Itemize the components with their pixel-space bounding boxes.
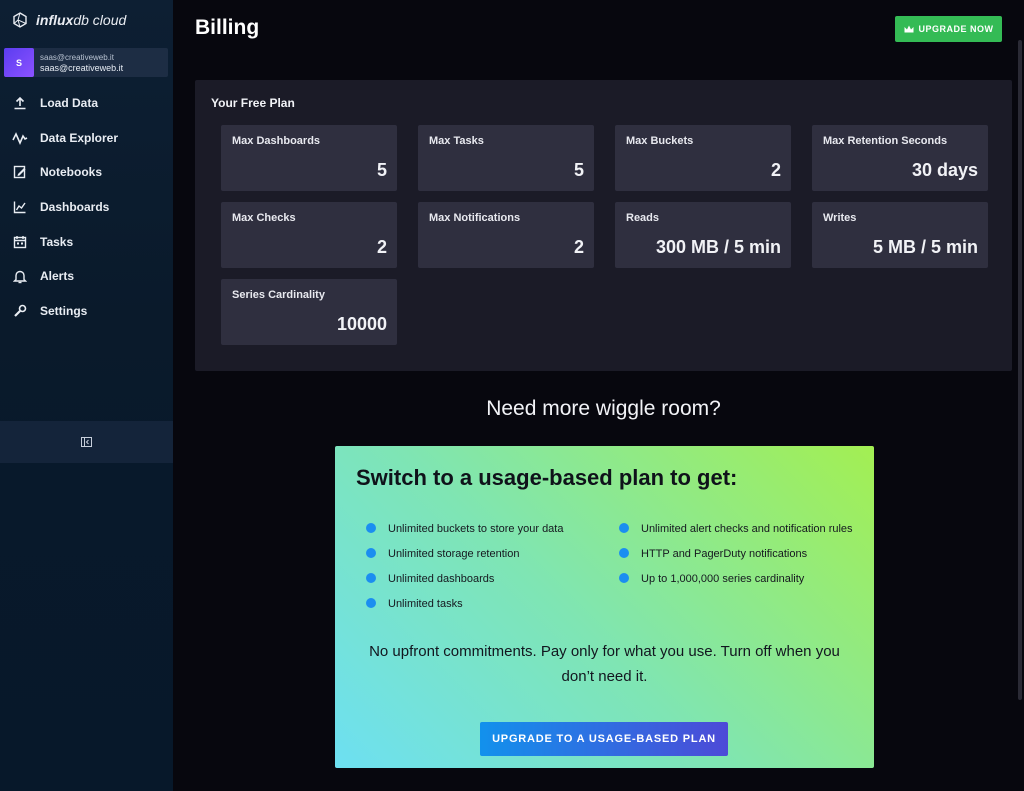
feature-text: Up to 1,000,000 series cardinality — [641, 573, 805, 585]
crown-icon — [904, 25, 913, 33]
limit-card-max-tasks: Max Tasks 5 — [418, 125, 594, 191]
limit-value: 5 — [376, 160, 387, 180]
sidebar-nav: Load Data Data Explorer Notebooks Dashbo… — [0, 86, 173, 328]
limit-label: Max Retention Seconds — [823, 135, 948, 147]
limit-card-max-dashboards: Max Dashboards 5 — [221, 125, 397, 191]
dashboard-icon — [12, 199, 28, 215]
bullet-icon — [619, 523, 629, 533]
feature-text: HTTP and PagerDuty notifications — [641, 548, 808, 560]
upgrade-promo-panel: Switch to a usage-based plan to get: Unl… — [335, 446, 874, 768]
sidebar-item-settings[interactable]: Settings — [0, 294, 173, 329]
upsell-heading: Need more wiggle room? — [486, 397, 721, 420]
bullet-icon — [619, 548, 629, 558]
feature-item: Unlimited buckets to store your data — [366, 522, 606, 536]
limit-value: 2 — [770, 160, 781, 180]
bullet-icon — [366, 548, 376, 558]
sidebar-item-label: Notebooks — [40, 165, 103, 180]
promo-note: No upfront commitments. Pay only for wha… — [369, 643, 840, 685]
promo-title: Switch to a usage-based plan to get: — [356, 465, 738, 490]
account-switcher[interactable]: S saas@creativeweb.it saas@creativeweb.i… — [4, 48, 168, 77]
free-plan-panel: Your Free Plan Max Dashboards 5 Max Task… — [195, 80, 1012, 371]
sidebar-item-notebooks[interactable]: Notebooks — [0, 155, 173, 190]
feature-item: Unlimited storage retention — [366, 547, 606, 561]
limit-card-series-cardinality: Series Cardinality 10000 — [221, 279, 397, 345]
limit-value: 2 — [376, 237, 387, 257]
bullet-icon — [366, 598, 376, 608]
limit-card-reads: Reads 300 MB / 5 min — [615, 202, 791, 268]
bullet-icon — [619, 573, 629, 583]
page-title: Billing — [195, 16, 260, 39]
feature-list-left: Unlimited buckets to store your data Unl… — [366, 522, 606, 622]
limit-card-max-retention: Max Retention Seconds 30 days — [812, 125, 988, 191]
limit-value: 10000 — [336, 314, 387, 334]
account-info: saas@creativeweb.it saas@creativeweb.it — [40, 53, 123, 73]
limit-card-max-checks: Max Checks 2 — [221, 202, 397, 268]
limit-value: 30 days — [911, 160, 978, 180]
feature-text: Unlimited buckets to store your data — [388, 523, 564, 535]
limit-card-max-buckets: Max Buckets 2 — [615, 125, 791, 191]
limit-value: 5 MB / 5 min — [872, 237, 978, 257]
limit-value: 2 — [573, 237, 584, 257]
plan-title: Your Free Plan — [211, 96, 295, 110]
upgrade-now-button[interactable]: UPGRADE NOW — [895, 16, 1002, 42]
feature-item: Unlimited dashboards — [366, 572, 606, 586]
sidebar-item-dashboards[interactable]: Dashboards — [0, 190, 173, 225]
sidebar-item-alerts[interactable]: Alerts — [0, 259, 173, 294]
upgrade-now-label: UPGRADE NOW — [918, 24, 994, 34]
sidebar-item-label: Alerts — [40, 269, 75, 284]
limit-value: 300 MB / 5 min — [655, 237, 781, 257]
limit-label: Series Cardinality — [232, 289, 325, 301]
logo-text: influxdb cloud — [36, 12, 127, 28]
limit-label: Max Buckets — [626, 135, 694, 147]
graph-icon — [12, 130, 28, 146]
sidebar-item-tasks[interactable]: Tasks — [0, 224, 173, 259]
feature-text: Unlimited alert checks and notification … — [641, 523, 853, 535]
limit-value: 5 — [573, 160, 584, 180]
sidebar-item-label: Settings — [40, 303, 88, 318]
feature-item: Unlimited alert checks and notification … — [619, 522, 859, 536]
account-org: saas@creativeweb.it — [40, 52, 114, 62]
sidebar-item-label: Load Data — [40, 96, 99, 111]
avatar: S — [4, 48, 34, 77]
account-email: saas@creativeweb.it — [40, 62, 124, 73]
limit-label: Max Dashboards — [232, 135, 321, 147]
app-logo[interactable]: influxdb cloud — [12, 10, 126, 30]
feature-item: Up to 1,000,000 series cardinality — [619, 572, 859, 586]
feature-item: HTTP and PagerDuty notifications — [619, 547, 859, 561]
limit-card-writes: Writes 5 MB / 5 min — [812, 202, 988, 268]
calendar-icon — [12, 234, 28, 250]
sidebar: influxdb cloud S saas@creativeweb.it saa… — [0, 0, 173, 791]
bell-icon — [12, 268, 28, 284]
upgrade-usage-plan-button[interactable]: UPGRADE TO A USAGE-BASED PLAN — [480, 722, 728, 756]
feature-text: Unlimited storage retention — [388, 548, 520, 560]
notebook-icon — [12, 164, 28, 180]
limit-card-max-notifications: Max Notifications 2 — [418, 202, 594, 268]
collapse-sidebar-button[interactable] — [0, 421, 173, 463]
feature-item: Unlimited tasks — [366, 597, 606, 611]
limit-label: Max Tasks — [429, 135, 484, 147]
feature-text: Unlimited dashboards — [388, 573, 495, 585]
feature-text: Unlimited tasks — [388, 598, 463, 610]
sidebar-item-label: Data Explorer — [40, 130, 119, 145]
wrench-icon — [12, 303, 28, 319]
upload-icon — [12, 95, 28, 111]
limit-label: Reads — [626, 212, 660, 224]
bullet-icon — [366, 573, 376, 583]
limit-label: Max Checks — [232, 212, 296, 224]
sidebar-item-label: Tasks — [40, 234, 74, 249]
collapse-icon — [81, 437, 92, 447]
feature-list-right: Unlimited alert checks and notification … — [619, 522, 859, 597]
limit-label: Max Notifications — [429, 212, 521, 224]
influxdb-logo-icon — [13, 12, 27, 28]
bullet-icon — [366, 523, 376, 533]
sidebar-item-data-explorer[interactable]: Data Explorer — [0, 121, 173, 156]
limit-label: Writes — [823, 212, 857, 224]
sidebar-item-label: Dashboards — [40, 200, 110, 215]
sidebar-item-load-data[interactable]: Load Data — [0, 86, 173, 121]
scrollbar-thumb[interactable] — [1018, 40, 1022, 700]
